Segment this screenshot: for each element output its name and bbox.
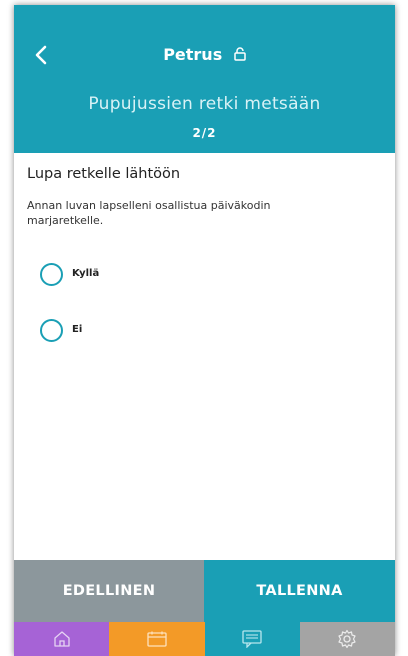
home-icon [53, 631, 70, 647]
app-screen: Petrus Pupujussien retki metsään 2/2 Lup… [14, 5, 395, 656]
nav-calendar[interactable] [109, 622, 205, 656]
nav-settings[interactable] [299, 622, 395, 656]
bottom-nav [14, 622, 395, 656]
radio-button[interactable] [40, 263, 63, 286]
option-label: Ei [72, 324, 83, 335]
child-name-row: Petrus [14, 45, 395, 65]
action-bar: EDELLINEN TALLENNA [14, 560, 395, 622]
nav-messages[interactable] [204, 622, 300, 656]
child-name: Petrus [163, 45, 223, 64]
option-label: Kyllä [72, 268, 100, 279]
save-button[interactable]: TALLENNA [204, 560, 395, 622]
header: Petrus Pupujussien retki metsään 2/2 [14, 5, 395, 153]
messages-icon [242, 630, 262, 648]
page-indicator: 2/2 [192, 126, 217, 140]
question-title: Lupa retkelle lähtöön [27, 166, 181, 182]
question-description: Annan luvan lapselleni osallistua päiväk… [27, 199, 271, 227]
calendar-icon [147, 631, 167, 647]
previous-button[interactable]: EDELLINEN [14, 560, 204, 622]
nav-home[interactable] [14, 622, 110, 656]
radio-button[interactable] [40, 319, 63, 342]
trip-title: Pupujussien retki metsään [88, 94, 321, 114]
gear-icon [338, 629, 356, 649]
lock-open-icon [234, 46, 246, 65]
